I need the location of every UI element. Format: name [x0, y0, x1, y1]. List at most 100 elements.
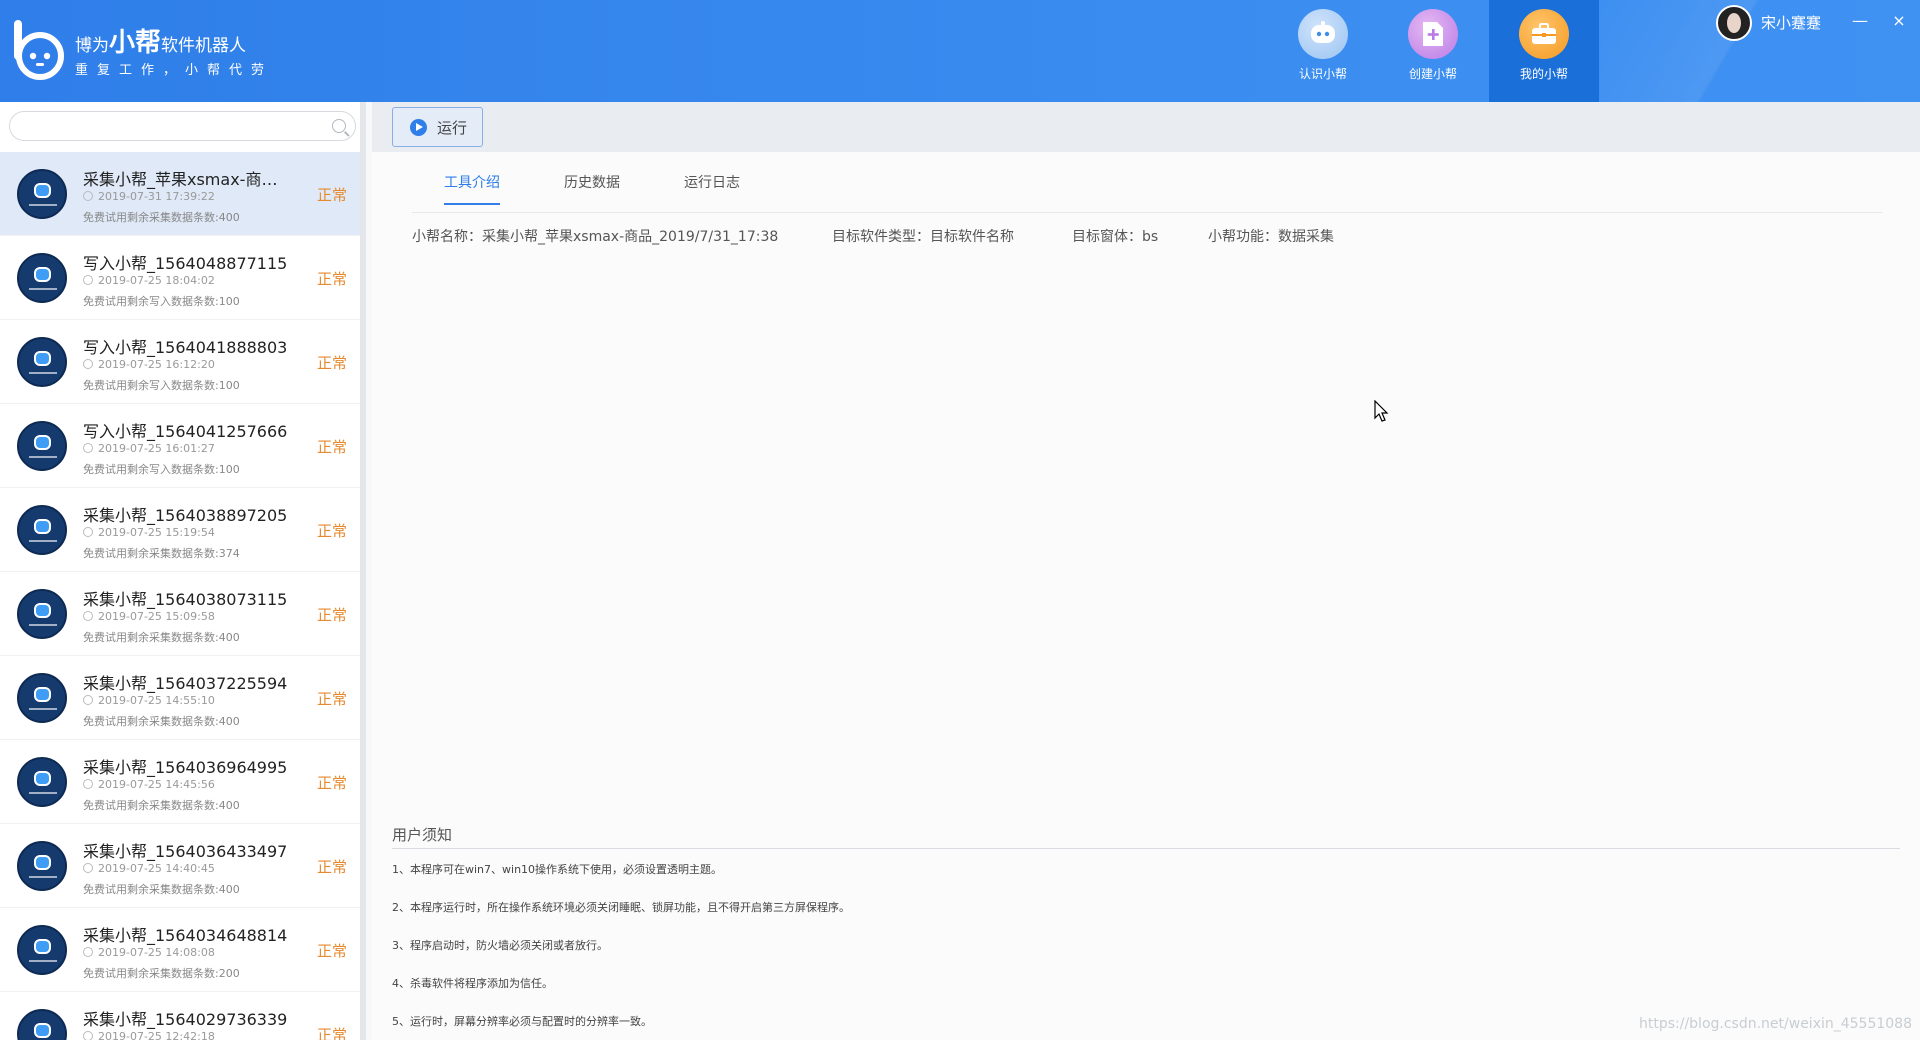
clock-icon — [83, 947, 93, 957]
notice-line: 3、程序启动时，防火墙必须关闭或者放行。 — [392, 939, 608, 952]
brand-name: 博为小帮软件机器人 — [75, 22, 246, 59]
list-item[interactable]: 采集小帮_1564036964995 2019-07-25 14:45:56 免费试… — [0, 740, 360, 824]
mouse-cursor-icon — [1374, 400, 1389, 422]
list-item[interactable]: 采集小帮_苹果xsmax-商品_2019/7/31_17:382019-07-3… — [0, 152, 360, 236]
item-quota: 免费试用剩余采集数据条数:400 — [83, 631, 240, 644]
item-time: 2019-07-25 16:12:20 — [83, 358, 215, 371]
item-time-text: 2019-07-25 16:01:27 — [98, 442, 215, 455]
item-status: 正常 — [317, 942, 348, 960]
item-name: 采集小帮_1564037225594 — [83, 674, 288, 693]
nav-label: 我的小帮 — [1519, 67, 1568, 81]
item-name: 采集小帮_1564036433497 — [83, 842, 288, 861]
app-header: 博为小帮软件机器人 重复工作，小帮代劳 认识小帮 创建小帮 我的小帮 宋小蹇蹇 … — [0, 0, 1920, 102]
item-quota: 免费试用剩余采集数据条数:374 — [83, 547, 240, 560]
clock-icon — [83, 191, 93, 201]
minimize-button[interactable]: — — [1847, 8, 1873, 34]
run-button[interactable]: 运行 — [392, 107, 483, 147]
item-time-text: 2019-07-25 14:45:56 — [98, 778, 215, 791]
item-time: 2019-07-25 14:45:56 — [83, 778, 215, 791]
toolbar: 运行 — [372, 102, 1920, 152]
notice-title: 用户须知 — [392, 826, 453, 844]
main-content: 工具介绍 历史数据 运行日志 小帮名称：采集小帮_苹果xsmax-商品_2019… — [372, 152, 1920, 1040]
item-name: 写入小帮_1564041888803 — [83, 338, 288, 357]
list-item[interactable]: 采集小帮_1564036433497 2019-07-25 14:40:45 免费试… — [0, 824, 360, 908]
item-time: 2019-07-31 17:39:22 — [83, 190, 215, 203]
clock-icon — [83, 1031, 93, 1040]
item-name: 采集小帮_苹果xsmax-商品_2019/7/31_17:38 — [83, 170, 288, 189]
brand-suffix: 软件机器人 — [161, 36, 247, 56]
brand-logo-icon — [14, 20, 64, 80]
info-function: 小帮功能：数据采集 — [1208, 229, 1334, 245]
info-window: 目标窗体：bs — [1072, 229, 1159, 245]
notice-line: 2、本程序运行时，所在操作系统环境必须关闭睡眠、锁屏功能，且不得开启第三方屏保程… — [392, 901, 850, 914]
list-item[interactable]: 写入小帮_1564048877115 2019-07-25 18:04:02 免费试… — [0, 236, 360, 320]
item-quota: 免费试用剩余写入数据条数:100 — [83, 379, 240, 392]
item-time-text: 2019-07-25 14:40:45 — [98, 862, 215, 875]
robot-avatar-icon — [17, 1009, 67, 1040]
add-file-icon — [1408, 9, 1458, 59]
clock-icon — [83, 443, 93, 453]
item-status: 正常 — [317, 774, 348, 792]
clock-icon — [83, 695, 93, 705]
item-name: 采集小帮_1564038073115 — [83, 590, 288, 609]
item-status: 正常 — [317, 186, 348, 204]
toolbox-icon — [1519, 9, 1569, 59]
search-icon[interactable] — [332, 119, 346, 133]
item-status: 正常 — [317, 354, 348, 372]
item-time-text: 2019-07-25 15:09:58 — [98, 610, 215, 623]
username[interactable]: 宋小蹇蹇 — [1761, 12, 1821, 33]
item-quota: 免费试用剩余采集数据条数:400 — [83, 715, 240, 728]
item-name: 写入小帮_1564048877115 — [83, 254, 288, 273]
list-item[interactable]: 采集小帮_1564037225594 2019-07-25 14:55:10 免费试… — [0, 656, 360, 740]
item-time-text: 2019-07-31 17:39:22 — [98, 190, 215, 203]
item-status: 正常 — [317, 606, 348, 624]
tab-run-log[interactable]: 运行日志 — [684, 172, 740, 203]
item-time-text: 2019-07-25 14:55:10 — [98, 694, 215, 707]
robot-avatar-icon — [17, 673, 67, 723]
list-item[interactable]: 写入小帮_1564041257666 2019-07-25 16:01:27 免费试… — [0, 404, 360, 488]
item-time: 2019-07-25 16:01:27 — [83, 442, 215, 455]
robot-avatar-icon — [17, 169, 67, 219]
item-time: 2019-07-25 18:04:02 — [83, 274, 215, 287]
robot-avatar-icon — [17, 757, 67, 807]
tab-history-data[interactable]: 历史数据 — [564, 172, 620, 203]
list-item[interactable]: 写入小帮_1564041888803 2019-07-25 16:12:20 免费试… — [0, 320, 360, 404]
item-time: 2019-07-25 12:42:18 — [83, 1030, 215, 1040]
clock-icon — [83, 359, 93, 369]
xiaobang-list: 采集小帮_苹果xsmax-商品_2019/7/31_17:382019-07-3… — [0, 152, 360, 1040]
item-status: 正常 — [317, 1026, 348, 1040]
brand-slogan: 重复工作，小帮代劳 — [75, 63, 274, 78]
list-item[interactable]: 采集小帮_15640297363392019-07-25 12:42:18免费试… — [0, 992, 360, 1040]
item-name: 采集小帮_1564034648814 — [83, 926, 288, 945]
notice-divider — [392, 848, 1900, 849]
robot-avatar-icon — [17, 505, 67, 555]
item-time-text: 2019-07-25 12:42:18 — [98, 1030, 215, 1040]
nav-my-xiaobang[interactable]: 我的小帮 — [1489, 0, 1599, 102]
item-status: 正常 — [317, 522, 348, 540]
item-time: 2019-07-25 14:55:10 — [83, 694, 215, 707]
nav-know-xiaobang[interactable]: 认识小帮 — [1268, 0, 1378, 102]
run-button-label: 运行 — [437, 119, 468, 137]
item-name: 采集小帮_1564036964995 — [83, 758, 288, 777]
list-item[interactable]: 采集小帮_1564038073115 2019-07-25 15:09:58 免费试… — [0, 572, 360, 656]
clock-icon — [83, 275, 93, 285]
nav-label: 认识小帮 — [1298, 67, 1347, 81]
close-button[interactable]: × — [1886, 8, 1912, 34]
search-input[interactable] — [9, 111, 356, 141]
item-quota: 免费试用剩余采集数据条数:400 — [83, 211, 240, 224]
item-quota: 免费试用剩余写入数据条数:100 — [83, 463, 240, 476]
list-item[interactable]: 采集小帮_1564034648814 2019-07-25 14:08:08 免费试… — [0, 908, 360, 992]
item-time: 2019-07-25 15:19:54 — [83, 526, 215, 539]
nav-create-xiaobang[interactable]: 创建小帮 — [1378, 0, 1488, 102]
item-status: 正常 — [317, 270, 348, 288]
clock-icon — [83, 779, 93, 789]
item-quota: 免费试用剩余写入数据条数:100 — [83, 295, 240, 308]
list-item[interactable]: 采集小帮_1564038897205 2019-07-25 15:19:54 免费试… — [0, 488, 360, 572]
user-avatar[interactable] — [1716, 5, 1752, 41]
sidebar: 采集小帮_苹果xsmax-商品_2019/7/31_17:382019-07-3… — [0, 102, 366, 1040]
item-name: 写入小帮_1564041257666 — [83, 422, 288, 441]
tabs-divider — [412, 212, 1882, 213]
tab-tool-intro[interactable]: 工具介绍 — [444, 172, 500, 205]
robot-avatar-icon — [17, 841, 67, 891]
clock-icon — [83, 863, 93, 873]
